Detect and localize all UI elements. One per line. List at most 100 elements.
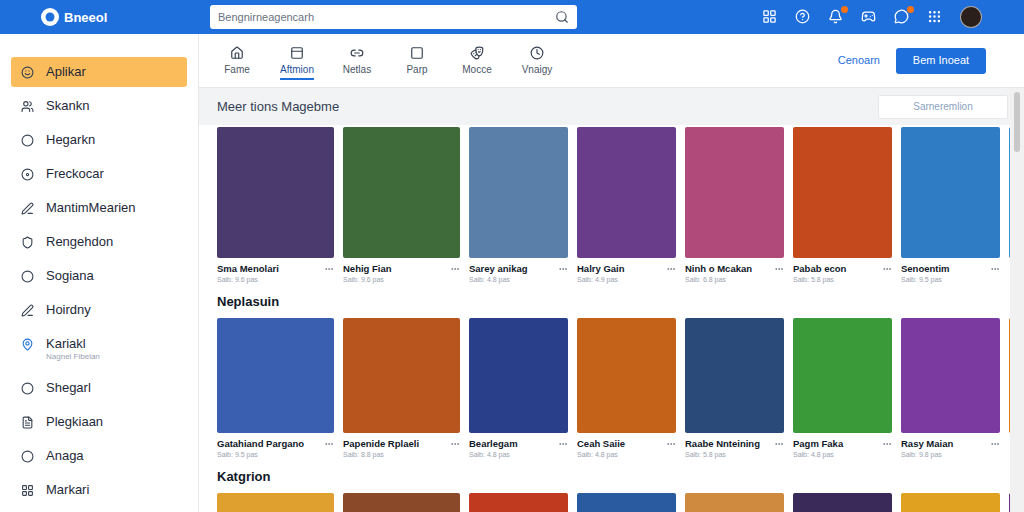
game-card[interactable] xyxy=(685,493,784,512)
game-meta: Saib: 9.5 pas xyxy=(901,275,1000,285)
more-icon[interactable] xyxy=(990,264,1000,274)
more-icon[interactable] xyxy=(558,264,568,274)
logo-icon xyxy=(40,7,60,27)
game-meta: Saib: 5.8 pas xyxy=(793,275,892,285)
game-card[interactable]: Ninh o McakanSaib: 6.8 pas xyxy=(685,127,784,285)
game-meta: Saib: 4.8 pas xyxy=(469,275,568,285)
more-icon[interactable] xyxy=(324,264,334,274)
sidebar-item-icon xyxy=(21,270,34,283)
game-card[interactable] xyxy=(901,493,1000,512)
toolbar-button[interactable] xyxy=(927,9,943,25)
sidebar-item[interactable]: Plegkiaan xyxy=(11,407,187,437)
toolbar-icon xyxy=(795,9,810,24)
more-icon[interactable] xyxy=(774,264,784,274)
sidebar-item[interactable]: Skankn xyxy=(11,91,187,121)
game-cover xyxy=(577,318,676,433)
more-icon[interactable] xyxy=(882,439,892,449)
game-row: Sma MenolariSaib: 9.6 pasNehig FianSaib:… xyxy=(199,125,1010,285)
game-title: Ninh o Mcakan xyxy=(685,263,772,275)
sidebar-item-icon xyxy=(21,382,34,395)
more-icon[interactable] xyxy=(450,264,460,274)
more-icon[interactable] xyxy=(666,439,676,449)
game-card[interactable]: Sarey anikagSaib: 4.8 pas xyxy=(469,127,568,285)
game-card[interactable]: Pabab econSaib: 5.8 pas xyxy=(793,127,892,285)
more-icon[interactable] xyxy=(990,439,1000,449)
more-icon[interactable] xyxy=(450,439,460,449)
game-cover xyxy=(685,493,784,512)
sidebar-item[interactable]: Hegarkn xyxy=(11,125,187,155)
game-card[interactable]: BearlegamSaib: 4.8 pas xyxy=(469,318,568,460)
game-card[interactable]: Pagm FakaSaib: 4.8 pas xyxy=(793,318,892,460)
more-icon[interactable] xyxy=(882,264,892,274)
game-card[interactable]: Raabe NnteiningSaib: 5.8 pas xyxy=(685,318,784,460)
game-card[interactable] xyxy=(469,493,568,512)
section-title: Neplasuin xyxy=(217,294,279,309)
game-card[interactable]: Nehig FianSaib: 9.6 pas xyxy=(343,127,460,285)
game-card[interactable]: Rasy MaianSaib: 9.8 pas xyxy=(901,318,1000,460)
game-meta: Saib: 8.8 pas xyxy=(343,450,460,460)
game-card[interactable]: Papenide RplaeliSaib: 8.8 pas xyxy=(343,318,460,460)
primary-button[interactable]: Bem Inoeat xyxy=(896,48,986,74)
game-title: Pagm Faka xyxy=(793,438,880,450)
tab[interactable]: Vnaigy xyxy=(507,34,567,87)
game-card[interactable] xyxy=(577,493,676,512)
toolbar-icon xyxy=(762,9,777,24)
game-card[interactable]: Sma MenolariSaib: 9.6 pas xyxy=(217,127,334,285)
game-cover xyxy=(685,127,784,258)
game-cover xyxy=(577,493,676,512)
game-card[interactable] xyxy=(217,493,334,512)
tab[interactable]: Aftmion xyxy=(267,34,327,87)
game-card[interactable]: Gatahiand ParganoSaib: 9.5 pas xyxy=(217,318,334,460)
scrollbar[interactable] xyxy=(1010,88,1024,512)
game-section: Meer tions MagebmeSarneremlionSma Menola… xyxy=(199,88,1010,285)
game-cover xyxy=(901,493,1000,512)
game-section: NeplasuinGatahiand ParganoSaib: 9.5 pasP… xyxy=(199,285,1010,460)
logo[interactable]: Bneeol xyxy=(40,7,200,27)
sidebar-item[interactable]: Hoirdny xyxy=(11,295,187,325)
game-cover xyxy=(901,318,1000,433)
game-card[interactable] xyxy=(793,493,892,512)
tab[interactable]: Netlas xyxy=(327,34,387,87)
section-title: Katgrion xyxy=(217,469,270,484)
game-row xyxy=(199,492,1010,512)
scrollbar-thumb[interactable] xyxy=(1014,92,1020,152)
game-card[interactable] xyxy=(343,493,460,512)
sidebar-item[interactable]: Sogiana xyxy=(11,261,187,291)
tab-icon xyxy=(470,46,484,60)
game-card[interactable]: SenoentimSaib: 9.5 pas xyxy=(901,127,1000,285)
search-field[interactable]: Bengnirneagencarh xyxy=(210,5,577,29)
avatar[interactable] xyxy=(960,6,982,28)
tab[interactable]: Fame xyxy=(207,34,267,87)
game-card[interactable]: Ceah SaiieSaib: 4.8 pas xyxy=(577,318,676,460)
header-link[interactable]: Cenoarn xyxy=(838,52,880,69)
sidebar-item[interactable]: Markari xyxy=(11,475,187,505)
sidebar-item[interactable]: Aplikar xyxy=(11,57,187,87)
sidebar-item[interactable]: Anaga xyxy=(11,441,187,471)
tab[interactable]: Parp xyxy=(387,34,447,87)
sidebar-item-icon xyxy=(21,304,34,317)
more-icon[interactable] xyxy=(666,264,676,274)
toolbar-icon xyxy=(927,9,942,24)
toolbar-button[interactable] xyxy=(861,9,877,25)
game-title: Sma Menolari xyxy=(217,263,322,275)
sidebar-item[interactable]: Freckocar xyxy=(11,159,187,189)
game-cover xyxy=(343,493,460,512)
more-icon[interactable] xyxy=(774,439,784,449)
more-icon[interactable] xyxy=(324,439,334,449)
game-card[interactable]: Halry GainSaib: 4.9 pas xyxy=(577,127,676,285)
toolbar-button[interactable] xyxy=(762,9,778,25)
sidebar-item-icon xyxy=(21,202,34,215)
more-icon[interactable] xyxy=(558,439,568,449)
sidebar-item[interactable]: Shegarl xyxy=(11,373,187,403)
sidebar-item-icon xyxy=(21,168,34,181)
tab[interactable]: Mocce xyxy=(447,34,507,87)
game-meta: Saib: 4.9 pas xyxy=(577,275,676,285)
toolbar-button[interactable] xyxy=(828,9,844,25)
filter-field[interactable]: Sarneremlion xyxy=(878,95,1008,119)
toolbar-button[interactable] xyxy=(894,9,910,25)
game-cover xyxy=(217,318,334,433)
sidebar-item[interactable]: MantimMearien xyxy=(11,193,187,223)
sidebar-item[interactable]: Rengehdon xyxy=(11,227,187,257)
toolbar-button[interactable] xyxy=(795,9,811,25)
sidebar-item[interactable]: KariaklNagnel Fibelan xyxy=(11,329,187,369)
